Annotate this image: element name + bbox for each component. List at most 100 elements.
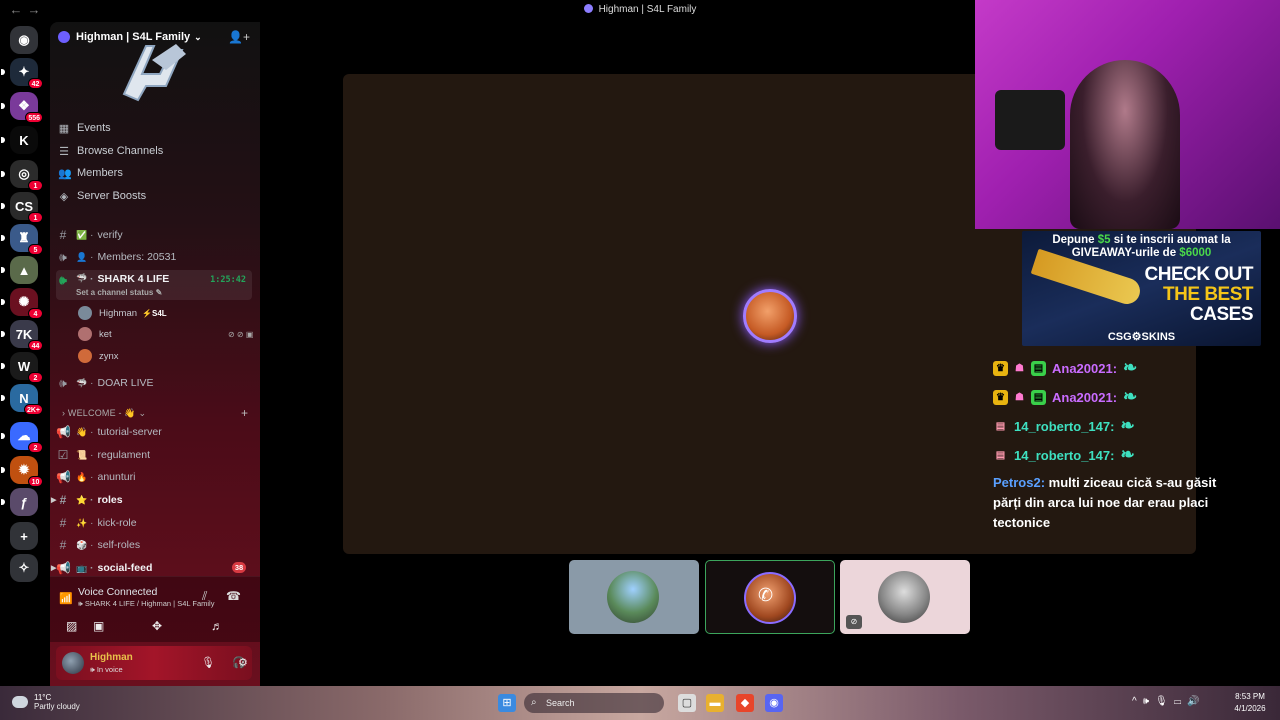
server-7-icon[interactable]: ▲ — [1, 256, 38, 284]
speaker-icon: 🕪 — [59, 273, 67, 287]
avatar — [607, 571, 659, 623]
camera-off-icon[interactable]: ▨ — [66, 619, 77, 633]
system-tray[interactable]: ^🕪🎙▭🔊 — [1132, 696, 1206, 707]
server-glyph: ▲ — [17, 262, 31, 278]
signal-icon[interactable]: 📶 — [59, 592, 73, 605]
clock[interactable]: 8:53 PM 4/1/2026 — [1226, 691, 1274, 715]
activities-icon[interactable]: ✥ — [152, 619, 162, 633]
soundboard-icon[interactable]: ♬ — [211, 619, 223, 633]
calendar-icon: ▦ — [58, 122, 70, 135]
task-view-icon[interactable]: ▢ — [678, 694, 696, 712]
server-2-icon[interactable]: ❖ 556 — [1, 92, 43, 123]
unread-indicator: ▶ — [51, 565, 57, 572]
server-glyph: 7K — [15, 326, 33, 342]
channel-self-roles[interactable]: # 🎲 · self-roles — [56, 535, 252, 555]
voice-user-zynx[interactable]: zynx — [78, 346, 119, 366]
time: 8:53 PM — [1235, 692, 1265, 701]
streamer-webcam-overlay — [975, 0, 1280, 229]
weather-widget[interactable]: 11°C Partly cloudy — [12, 693, 80, 711]
channel-kick-role[interactable]: # ✨ · kick-role — [56, 513, 252, 533]
category-welcome[interactable]: › WELCOME - 👋 ⌄ — [62, 408, 146, 419]
server-4-icon[interactable]: ◎ 1 — [1, 160, 43, 191]
menu-server-boosts[interactable]: ◈ Server Boosts — [58, 186, 146, 206]
server-9-icon[interactable]: 7K 44 — [1, 320, 43, 351]
server-13-icon[interactable]: ✹ 10 — [1, 456, 43, 487]
server-8-icon[interactable]: ✺ 4 — [1, 288, 43, 319]
server-glyph: K — [19, 132, 29, 148]
discord-taskbar-icon[interactable]: ◉ — [765, 694, 783, 712]
separator: · — [90, 377, 94, 389]
ghost-badge-icon: ☗ — [1015, 391, 1024, 403]
settings-gear-icon[interactable]: ⚙ — [238, 656, 248, 669]
voice-channel-path[interactable]: 🕪 SHARK 4 LIFE / Highman | S4L Family — [78, 599, 214, 609]
participant-tile-3[interactable]: ⊘ — [840, 560, 970, 634]
unread-pill — [1, 395, 5, 401]
separator: · — [90, 517, 94, 529]
cloud-icon — [12, 696, 28, 708]
channel-emoji: ✨ — [76, 517, 88, 528]
rules-icon: ☑ — [57, 448, 69, 462]
speaker-icon: 🕪 — [59, 249, 67, 264]
discord-home-icon[interactable]: ◉ — [10, 26, 38, 54]
participant-tile-2[interactable]: ✆ — [705, 560, 835, 634]
ad-brand: CSG⚙SKINS — [1107, 331, 1176, 343]
hash-icon: # — [59, 228, 67, 242]
avatar[interactable] — [62, 652, 84, 674]
channel-roles[interactable]: ▶ # ⭐ · roles — [51, 490, 252, 510]
avatar — [78, 306, 92, 320]
server-kick-icon[interactable]: K — [1, 126, 38, 154]
noise-suppression-icon[interactable]: ⫽ — [202, 589, 207, 604]
channel-status[interactable]: Set a channel status ✎ — [76, 288, 162, 297]
microphone-icon[interactable]: 🎙 — [201, 656, 215, 669]
server-6-icon[interactable]: ♜ 5 — [1, 224, 43, 255]
menu-members[interactable]: 👥 Members — [58, 163, 123, 183]
mention-badge: 5 — [28, 244, 43, 255]
voice-channel-path-text: SHARK 4 LIFE / Highman | S4L Family — [84, 599, 215, 608]
server-1-icon[interactable]: ✦ 42 — [1, 58, 43, 89]
user-panel: Highman 🕪 In voice 🎙 ⌄ 🎧 ⌄ ⚙ — [56, 646, 252, 680]
start-menu-icon[interactable]: ⊞ — [498, 694, 516, 712]
channel-regulament[interactable]: ☑ 📜 · regulament — [56, 445, 252, 465]
channel-shark-4-life[interactable]: 🕪 🦈 · SHARK 4 LIFE 1:25:42 Set a channel stat… — [56, 270, 252, 300]
voice-user-highman[interactable]: Highman ⚡S4L — [78, 303, 167, 323]
windows-taskbar: 11°C Partly cloudy ⊞ ⌕ Search ▢ ▬ ◆ ◉ ^🕪🎙▭… — [0, 686, 1280, 720]
taskbar-search[interactable]: ⌕ Search — [524, 693, 664, 713]
invite-people-icon[interactable]: 👤+ — [228, 30, 250, 44]
server-csgoskins-icon[interactable]: CS 1 — [1, 192, 43, 223]
menu-browse-channels[interactable]: ☰ Browse Channels — [58, 141, 163, 161]
channel-emoji: 📜 — [76, 449, 88, 460]
channel-emoji: 🦈 — [76, 377, 88, 388]
brave-browser-icon[interactable]: ◆ — [736, 694, 754, 712]
server-12-icon[interactable]: ☁ 2 — [1, 422, 43, 453]
hash-icon: # — [59, 493, 67, 507]
disconnect-icon[interactable]: ☎ — [226, 589, 241, 603]
file-explorer-icon[interactable]: ▬ — [706, 694, 724, 712]
add-server-icon[interactable]: + — [10, 522, 38, 550]
create-channel-icon[interactable]: + — [241, 406, 248, 420]
speaker-icon: 🕪 — [78, 599, 85, 608]
forward-arrow-icon[interactable]: → — [26, 2, 42, 17]
server-14-icon[interactable]: ƒ — [1, 488, 38, 516]
channel-anunturi[interactable]: 📢 🔥 · anunturi — [56, 467, 252, 487]
voice-connection-panel: 📶 Voice Connected 🕪 SHARK 4 LIFE / Highm… — [50, 576, 260, 642]
discover-icon[interactable]: ✧ — [10, 554, 38, 582]
server-11-icon[interactable]: N 2K+ — [1, 384, 43, 415]
channel-social-feed[interactable]: ▶ 📢 📺 · social-feed 38 — [51, 558, 252, 578]
separator: · — [90, 229, 94, 241]
voice-user-ket[interactable]: ket ⊘ ⊘ ▣ — [78, 324, 253, 344]
channel-doar-live[interactable]: 🕪 🦈 · DOAR LIVE — [56, 373, 252, 393]
channel-tutorial-server[interactable]: 📢 👋 · tutorial-server — [56, 422, 252, 442]
separator: · — [90, 273, 94, 285]
search-icon: ⌕ — [531, 697, 537, 708]
server-10-icon[interactable]: W2 — [1, 352, 43, 383]
menu-boosts-label: Server Boosts — [77, 190, 147, 202]
back-arrow-icon[interactable]: ← — [8, 2, 24, 17]
menu-events[interactable]: ▦ Events — [58, 118, 111, 138]
screen-share-icon[interactable]: ▣ — [93, 619, 104, 633]
unread-pill — [1, 103, 5, 109]
channel-members-count[interactable]: 🕪 👤 · Members: 20531 — [56, 247, 252, 267]
separator: · — [90, 426, 94, 438]
participant-tile-1[interactable] — [569, 560, 699, 634]
chat-username: 14_roberto_147: — [1014, 447, 1115, 463]
channel-verify[interactable]: # ✅ · verify — [56, 225, 252, 245]
